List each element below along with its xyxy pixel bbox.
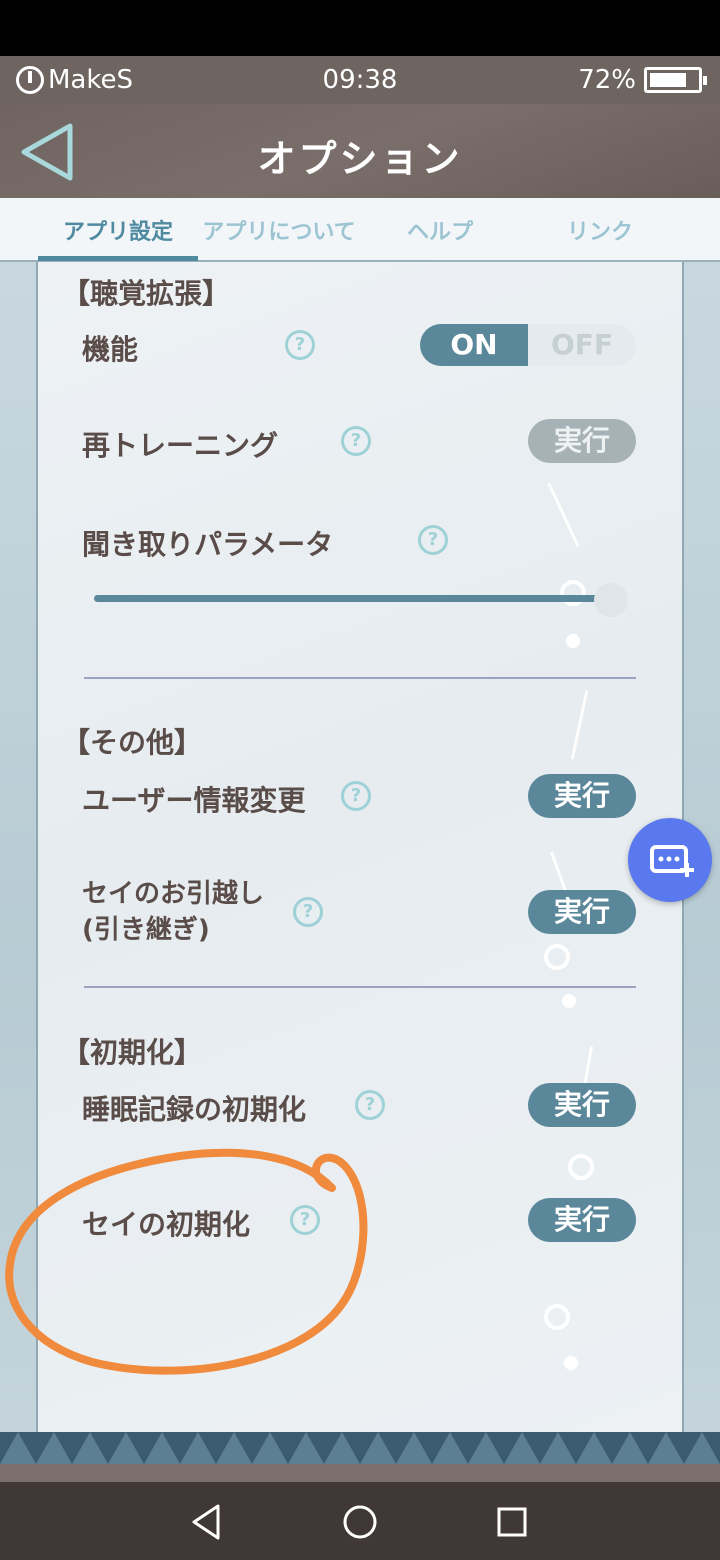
decor-dot xyxy=(566,634,580,648)
system-nav-bar xyxy=(0,1482,720,1560)
section-title-hearing: 【聴覚拡張】 xyxy=(62,277,231,310)
page-title: オプション xyxy=(257,137,463,181)
listening-parameter-slider[interactable] xyxy=(94,595,600,602)
help-icon[interactable]: ? xyxy=(341,781,371,811)
decor-dot xyxy=(564,1356,578,1370)
help-icon[interactable]: ? xyxy=(355,1090,385,1120)
footer-strip xyxy=(0,1464,720,1482)
decor-circle xyxy=(568,1154,594,1180)
message-add-icon xyxy=(650,845,694,877)
app-bar: オプション xyxy=(0,104,720,198)
divider xyxy=(84,986,636,988)
decor-circle xyxy=(544,1304,570,1330)
help-icon[interactable]: ? xyxy=(285,330,315,360)
nav-home-icon[interactable] xyxy=(338,1500,382,1544)
slider-thumb[interactable] xyxy=(594,583,628,617)
nav-recents-icon[interactable] xyxy=(490,1500,534,1544)
tab-about-app[interactable]: アプリについて xyxy=(198,214,360,246)
transfer-label: セイのお引越し (引き継ぎ) xyxy=(82,876,264,948)
decor-circle xyxy=(560,580,586,606)
transfer-label-line2: (引き継ぎ) xyxy=(82,915,210,945)
tab-help[interactable]: ヘルプ xyxy=(380,214,500,246)
decor-circle xyxy=(544,944,570,970)
chat-add-fab[interactable] xyxy=(628,818,712,902)
active-tab-indicator xyxy=(38,256,198,261)
top-black-bar xyxy=(0,0,720,56)
divider xyxy=(84,677,636,679)
battery-percent: 72% xyxy=(578,65,636,95)
transfer-label-line1: セイのお引越し xyxy=(82,879,265,909)
retrain-execute-button[interactable]: 実行 xyxy=(528,419,636,463)
help-icon[interactable]: ? xyxy=(293,897,323,927)
sleep-reset-label: 睡眠記録の初期化 xyxy=(82,1093,307,1126)
section-title-other: 【その他】 xyxy=(62,726,203,759)
user-info-label: ユーザー情報変更 xyxy=(82,784,306,817)
section-title-reset: 【初期化】 xyxy=(62,1036,203,1069)
annotation-circle xyxy=(5,1148,368,1375)
feature-toggle[interactable]: ON OFF xyxy=(420,324,636,366)
listening-parameter-label: 聞き取りパラメータ xyxy=(82,528,334,561)
toggle-off-option[interactable]: OFF xyxy=(528,324,636,366)
help-icon[interactable]: ? xyxy=(418,525,448,555)
nav-back-icon[interactable] xyxy=(186,1500,230,1544)
tab-bar: アプリ設定 アプリについて ヘルプ リンク xyxy=(0,198,720,262)
toggle-on-option[interactable]: ON xyxy=(420,324,528,366)
status-bar: MakeS 09:38 72% xyxy=(0,56,720,104)
footer-pattern xyxy=(0,1432,720,1464)
feature-label: 機能 xyxy=(82,333,139,366)
status-right: 72% xyxy=(578,65,707,95)
sei-reset-execute-button[interactable]: 実行 xyxy=(528,1198,636,1242)
sleep-reset-execute-button[interactable]: 実行 xyxy=(528,1083,636,1127)
battery-icon xyxy=(644,67,707,93)
decor-dot xyxy=(562,994,576,1008)
tab-links[interactable]: リンク xyxy=(540,214,660,246)
tab-app-settings[interactable]: アプリ設定 xyxy=(38,214,198,246)
retrain-label: 再トレーニング xyxy=(82,429,279,462)
user-info-execute-button[interactable]: 実行 xyxy=(528,774,636,818)
transfer-execute-button[interactable]: 実行 xyxy=(528,890,636,934)
help-icon[interactable]: ? xyxy=(341,426,371,456)
